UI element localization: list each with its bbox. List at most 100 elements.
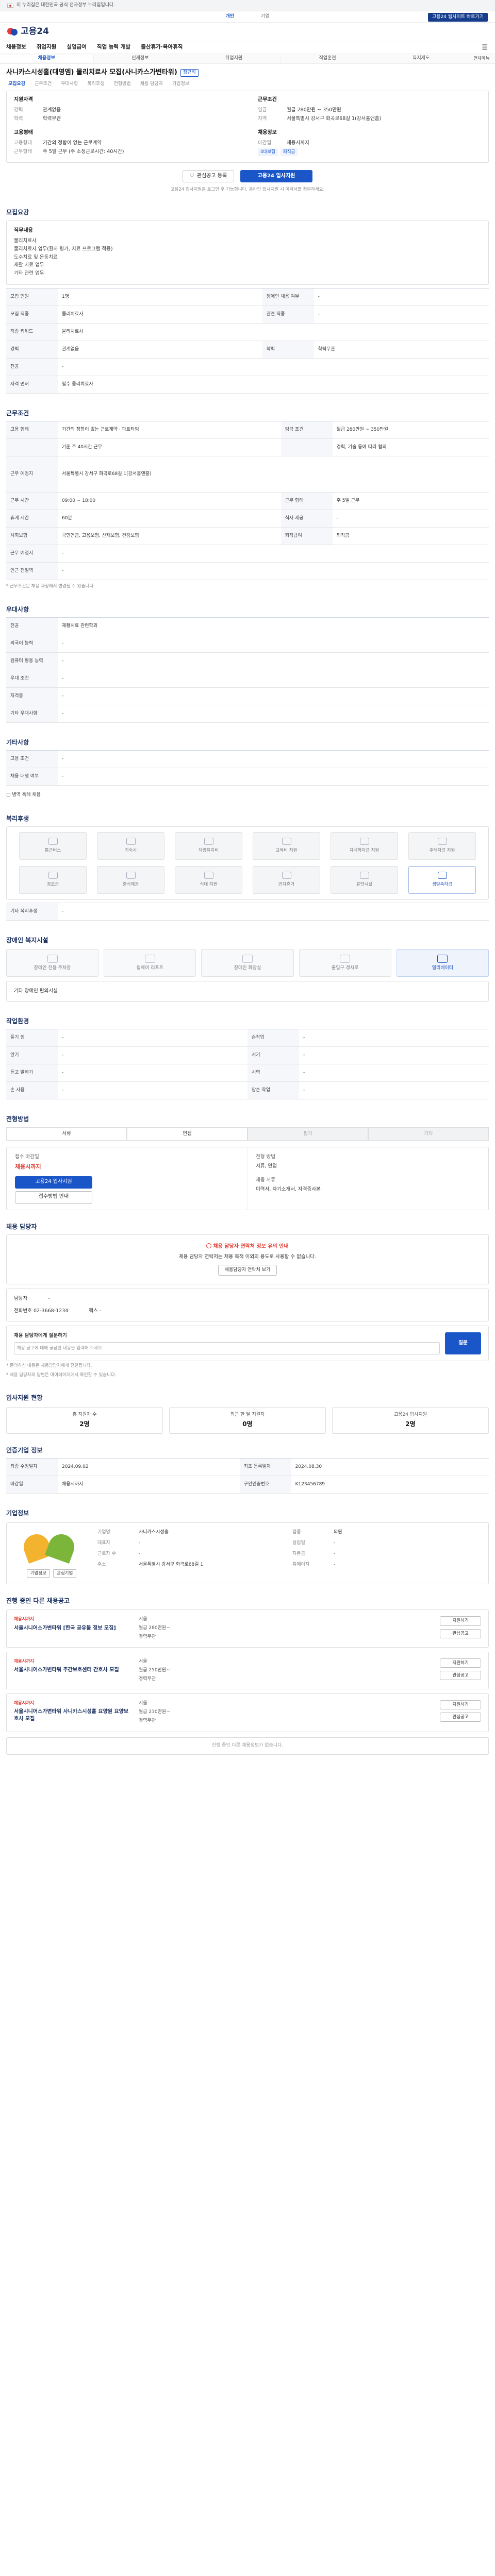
tab-3[interactable]: 복리후생	[87, 81, 104, 88]
benefit-icon	[359, 838, 369, 845]
tab-0[interactable]: 모집요강	[8, 81, 25, 88]
apply-note: 고용24 입사지원은 로그인 후 가능합니다. 온라인 입사지원 시 이력서를 …	[170, 187, 325, 192]
scrap-button[interactable]: ♡ 관심공고 등록	[183, 170, 234, 182]
disabled-other: 기타 장애인 편의시설	[6, 981, 489, 1002]
facility-icon	[340, 954, 351, 963]
other-posting-title[interactable]: 서울시니어스가변타워 [한국 공유물 정보 모집]	[14, 1625, 133, 1633]
other-fav-button[interactable]: 관심공고	[440, 1712, 481, 1722]
section-etc: 기타사항 고용 조건 - 채용 대행 여부 - □ 병역 특례 채용	[6, 730, 489, 806]
benefit-item: 통근버스	[19, 832, 87, 860]
nav-item-leave[interactable]: 출산휴가·육아휴직	[141, 43, 183, 51]
employment-badge: 정규직	[180, 69, 199, 77]
heart-icon: ♡	[189, 173, 194, 179]
benefit-item: 자녀학자금 지원	[331, 832, 398, 860]
apply-guide-button[interactable]: 접수방법 안내	[15, 1191, 92, 1204]
menu-icon[interactable]: ☰	[482, 43, 488, 53]
facility-icon	[144, 954, 155, 963]
benefits-other: 기타 복리후생 -	[6, 902, 489, 921]
benefit-item: 중식제공	[97, 866, 164, 894]
benefit-item: 생일축하금	[408, 866, 476, 894]
disabled-grid: 장애인 전용 주차장 휠체어 리프트 장애인 화장실 출입구 경사로 엘리베이터	[6, 949, 489, 977]
apply-online-button[interactable]: 고용24 입사지원	[15, 1176, 92, 1189]
inquiry-submit-button[interactable]: 질문	[445, 1332, 481, 1354]
other-apply-button[interactable]: 지원하기	[440, 1658, 481, 1668]
other-fav-button[interactable]: 관심공고	[440, 1629, 481, 1638]
stat-0: 총 지원자 수 2명	[6, 1406, 163, 1434]
subnav-item-2[interactable]: 취업지원	[187, 55, 281, 62]
nav-item-support[interactable]: 취업지원	[37, 43, 57, 51]
section-selection: 전형방법 서류 면접 필기 기타 접수 마감일 채용시까지 고용24 입사지원 …	[6, 1107, 489, 1214]
top-link-personal[interactable]: 개인	[212, 13, 248, 20]
summary-recruit: 채용정보 마감일 채용시까지 4대보험 퇴직금	[258, 129, 481, 157]
benefit-icon	[282, 838, 291, 845]
benefit-item: 연차휴가	[253, 866, 320, 894]
benefit-icon	[204, 872, 213, 879]
nav-item-unemployment[interactable]: 실업급여	[67, 43, 87, 51]
action-row: ♡ 관심공고 등록 고용24 입사지원	[6, 163, 489, 187]
facility-icon	[437, 954, 448, 963]
apply-button[interactable]: 고용24 입사지원	[240, 170, 312, 182]
sub-nav: 채용정보 인재정보 취업지원 직업훈련 복지제도 전체메뉴	[0, 54, 495, 64]
env-table: 들기 힘 - 손작업 - 앉기 - 서기 - 듣고 말하기 - 시력 - 손 사용 - 양손 작업 -	[6, 1029, 489, 1100]
other-apply-button[interactable]: 지원하기	[440, 1700, 481, 1709]
conditions-table: 고용 형태 기간의 정함이 없는 근로계약 · 파트타임 임금 조건 월급 280만원…	[6, 421, 489, 581]
recruit-table: 모집 인원 1명 장애인 채용 여부 - 모집 직종 물리치료사 관련 직종 - 직종 키워…	[6, 287, 489, 394]
site-logo[interactable]: 고용24	[7, 25, 49, 38]
inquiry-input[interactable]: 채용 공고에 대해 궁금한 내용을 입력해 주세요.	[14, 1342, 440, 1354]
military-checkbox: □ 병역 특례 채용	[6, 792, 41, 798]
show-contact-button[interactable]: 채용담당자 연락처 보기	[218, 1265, 277, 1276]
nav-item-training[interactable]: 직업 능력 개발	[97, 43, 130, 51]
section-disabled: 장애인 복지시설 장애인 전용 주차장 휠체어 리프트 장애인 화장실 출입구 경사로…	[6, 928, 489, 1009]
company-info-button[interactable]: 기업정보	[26, 1569, 50, 1578]
benefit-item: 주택자금 지원	[408, 832, 476, 860]
top-link-company[interactable]: 기업	[248, 13, 283, 20]
section-applicants: 입사지원 현황 총 지원자 수 2명 최근 한 달 지원자 0명 고용24 입사지원…	[6, 1385, 489, 1437]
section-company: 기업정보 기업정보 관심기업 기업명 사니카스시성홀 업종 의원 대표자 - 설립일 - 근로…	[6, 1501, 489, 1588]
tab-5[interactable]: 채용 담당자	[140, 81, 163, 88]
other-posting-item[interactable]: 채용시까지 서울시니어스가변타워 주간보호센터 간호사 모집 서울 월급 250만원~…	[6, 1651, 489, 1689]
benefit-item: 차량유지비	[175, 832, 242, 860]
benefits-box: 통근버스 기숙사 차량유지비 교육비 지원 자녀학자금 지원 주택자금 지원 경조금 중식제공…	[6, 826, 489, 900]
preference-table: 전공 재활치료 관련학과 외국어 능력 - 컴퓨터 활용 능력 - 우대 조건 - 자격…	[6, 617, 489, 723]
subnav-item-3[interactable]: 직업훈련	[281, 55, 375, 62]
section-preference: 우대사항 전공 재활치료 관련학과 외국어 능력 - 컴퓨터 활용 능력 - 우대 조…	[6, 597, 489, 730]
benefit-icon	[437, 838, 447, 845]
tab-6[interactable]: 기업정보	[172, 81, 189, 88]
other-apply-button[interactable]: 지원하기	[440, 1616, 481, 1626]
subnav-item-1[interactable]: 인재정보	[94, 55, 188, 62]
gov-banner: 이 누리집은 대한민국 공식 전자정부 누리집입니다.	[0, 0, 495, 11]
etc-table: 고용 조건 - 채용 대행 여부 -	[6, 750, 489, 786]
section-contact: 채용 담당자 채용 담당자 연락처 정보 유의 안내 채용 담당자 연락처는 채…	[6, 1214, 489, 1386]
tag-1: 퇴직금	[280, 148, 298, 156]
facility-item: 엘리베이터	[396, 949, 489, 977]
cert-table: 최종 수정일자 2024.09.02 최초 등록일자 2024.08.30 마감일 채용…	[6, 1458, 489, 1494]
logo-mark-icon	[7, 27, 19, 36]
other-posting-title[interactable]: 서울시니어스가변타워 사니카스시성홀 요양원 요양보호사 모집	[14, 1708, 133, 1723]
company-fav-button[interactable]: 관심기업	[53, 1569, 77, 1578]
other-posting-item[interactable]: 채용시까지 서울시니어스가변타워 사니카스시성홀 요양원 요양보호사 모집 서울 월급…	[6, 1693, 489, 1732]
posting-title-row: 사니카스시성홀(대영엠) 물리치료사 모집(사니카스가변타워) 정규직	[6, 64, 489, 81]
subnav-item-4[interactable]: 복지제도	[374, 55, 468, 62]
nav-item-jobs[interactable]: 채용정보	[6, 43, 26, 51]
top-link-right[interactable]: 고용24 웹사이트 바로가기	[428, 13, 488, 22]
step-2: 필기	[248, 1127, 368, 1141]
tab-1[interactable]: 근무조건	[35, 81, 52, 88]
section-recruit: 모집요강 직무내용 물리치료사 물리치료사 업무(환자 평가, 치료 프로그램 …	[6, 200, 489, 401]
subnav-item-0[interactable]: 채용정보	[0, 55, 94, 62]
benefit-icon	[204, 838, 213, 845]
selection-steps: 서류 면접 필기 기타	[6, 1127, 489, 1141]
other-postings: 채용시까지 서울시니어스가변타워 [한국 공유물 정보 모집] 서울 월급 280만원…	[6, 1609, 489, 1732]
benefit-item: 교육비 지원	[253, 832, 320, 860]
tab-4[interactable]: 전형방법	[114, 81, 131, 88]
other-posting-item[interactable]: 채용시까지 서울시니어스가변타워 [한국 공유물 정보 모집] 서울 월급 280만원…	[6, 1609, 489, 1648]
other-fav-button[interactable]: 관심공고	[440, 1670, 481, 1681]
step-3: 기타	[368, 1127, 489, 1141]
other-posting-title[interactable]: 서울시니어스가변타워 주간보호센터 간호사 모집	[14, 1667, 133, 1674]
section-cert: 인증기업 정보 최종 수정일자 2024.09.02 최초 등록일자 2024.08.…	[6, 1438, 489, 1501]
section-environment: 작업환경 들기 힘 - 손작업 - 앉기 - 서기 - 듣고 말하기 - 시력 - 손 사용 - 양손…	[6, 1009, 489, 1107]
tab-2[interactable]: 우대사항	[61, 81, 78, 88]
stat-2: 고용24 입사지원 2명	[332, 1406, 489, 1434]
summary-employment: 고용형태 고용형태 기간의 정함이 없는 근로계약 근무형태 주 5일 근무 (주 …	[14, 129, 124, 155]
section-benefits: 복리후생 통근버스 기숙사 차량유지비 교육비 지원 자녀학자금 지원 주택자금 지원 경조…	[6, 806, 489, 928]
subnav-all-menu[interactable]: 전체메뉴	[468, 56, 495, 62]
